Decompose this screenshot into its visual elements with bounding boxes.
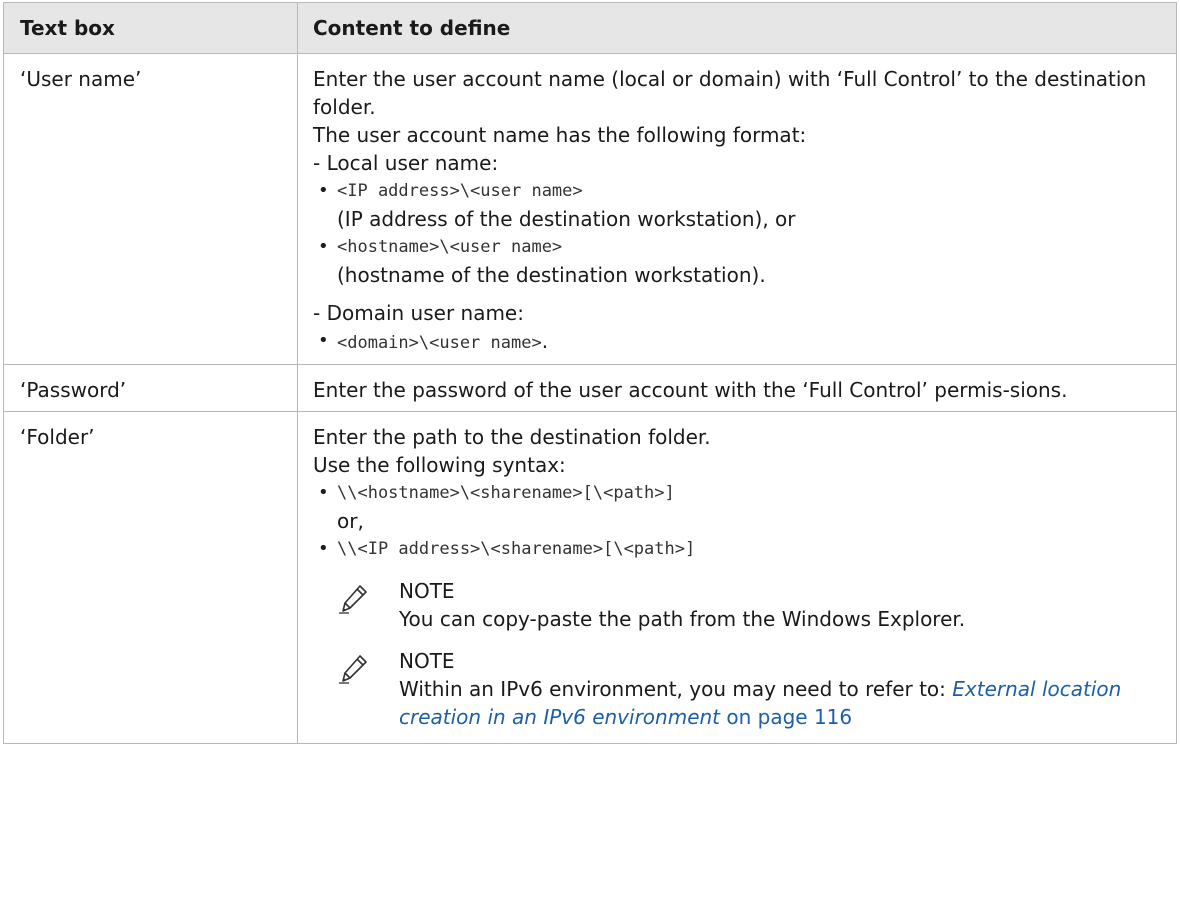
row-label: ‘Folder’	[3, 411, 298, 744]
pencil-note-icon	[313, 577, 399, 633]
paragraph: Enter the user account name (local or do…	[313, 67, 1147, 119]
link-page-ref[interactable]: on page 116	[720, 705, 852, 729]
table-row-user-name: ‘User name’ Enter the user account name …	[3, 53, 1177, 365]
bullet-list: <domain>\<user name>.	[313, 327, 1164, 357]
bullet-list: <IP address>\<user name> (IP address of …	[313, 177, 1164, 289]
table-row-folder: ‘Folder’ Enter the path to the destinati…	[3, 411, 1177, 744]
table-row-password: ‘Password’ Enter the password of the use…	[3, 364, 1177, 412]
note-text: Within an IPv6 environment, you may need…	[399, 677, 953, 701]
list-item: <domain>\<user name>.	[313, 327, 1164, 357]
bullet-list: \\<hostname>\<sharename>[\<path>] or, \\…	[313, 479, 1164, 563]
paragraph: Enter the password of the user account w…	[313, 378, 1068, 402]
list-item: \\<hostname>\<sharename>[\<path>] or,	[313, 479, 1164, 535]
code-text: \\<hostname>\<sharename>[\<path>]	[337, 483, 675, 503]
row-content: Enter the password of the user account w…	[297, 364, 1177, 412]
subheading: - Domain user name:	[313, 301, 524, 325]
paragraph: Enter the path to the destination folder…	[313, 425, 711, 449]
note-text: You can copy-paste the path from the Win…	[399, 607, 966, 631]
paragraph: The user account name has the following …	[313, 123, 807, 147]
item-description: or,	[337, 509, 364, 533]
item-description: (hostname of the destination workstation…	[337, 263, 766, 287]
list-item: <hostname>\<user name> (hostname of the …	[313, 233, 1164, 289]
pencil-note-icon	[313, 647, 399, 731]
code-text: <hostname>\<user name>	[337, 237, 563, 257]
content-table: Text box Content to define ‘User name’ E…	[3, 2, 1177, 744]
subheading: - Local user name:	[313, 151, 499, 175]
note-block: NOTE Within an IPv6 environment, you may…	[313, 647, 1164, 731]
paragraph: Use the following syntax:	[313, 453, 566, 477]
punctuation: .	[541, 329, 549, 353]
note-title: NOTE	[399, 649, 455, 673]
item-description: (IP address of the destination workstati…	[337, 207, 796, 231]
header-content-to-define: Content to define	[297, 2, 1177, 54]
row-content: Enter the path to the destination folder…	[297, 411, 1177, 744]
row-label: ‘User name’	[3, 53, 298, 365]
code-text: <domain>\<user name>	[337, 333, 542, 353]
header-text-box: Text box	[3, 2, 298, 54]
code-text: \\<IP address>\<sharename>[\<path>]	[337, 539, 696, 559]
note-title: NOTE	[399, 579, 455, 603]
code-text: <IP address>\<user name>	[337, 181, 583, 201]
list-item: \\<IP address>\<sharename>[\<path>]	[313, 535, 1164, 563]
table-header-row: Text box Content to define	[3, 2, 1177, 54]
list-item: <IP address>\<user name> (IP address of …	[313, 177, 1164, 233]
row-content: Enter the user account name (local or do…	[297, 53, 1177, 365]
row-label: ‘Password’	[3, 364, 298, 412]
note-block: NOTE You can copy-paste the path from th…	[313, 577, 1164, 633]
